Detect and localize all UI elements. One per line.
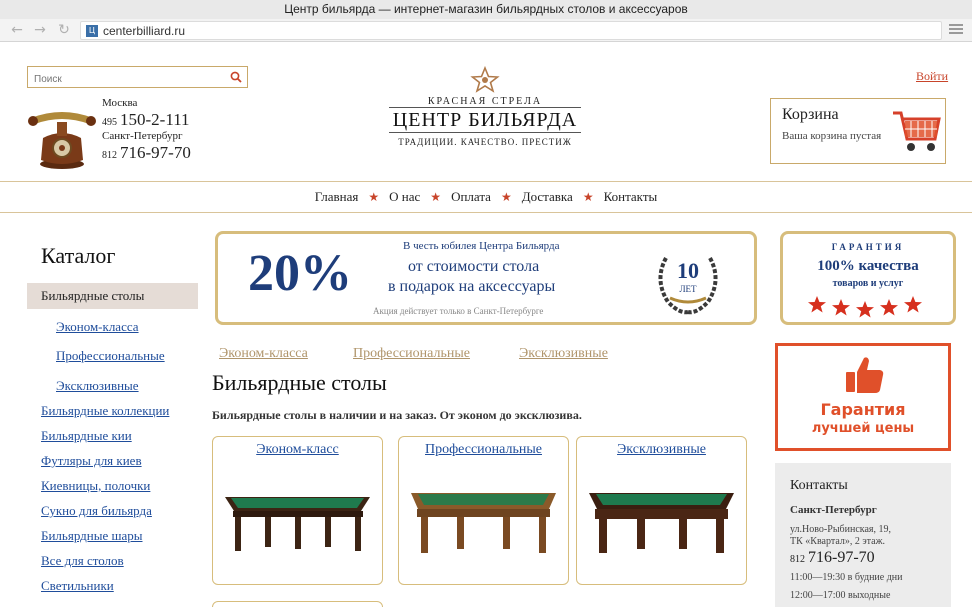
cart-status: Ваша корзина пустая: [782, 130, 882, 142]
cart-widget[interactable]: Корзина Ваша корзина пустая: [770, 98, 946, 164]
anniversary-wreath-icon: 10 ЛЕТ: [658, 257, 718, 315]
sidebar-item-cue-racks[interactable]: Киевницы, полочки: [41, 478, 150, 494]
back-icon[interactable]: ←: [8, 21, 26, 39]
billiard-table-image: [411, 493, 556, 553]
sidebar-item-collections[interactable]: Бильярдные коллекции: [41, 403, 169, 419]
url-text[interactable]: centerbilliard.ru: [103, 22, 185, 40]
tab-professional[interactable]: Профессиональные: [353, 346, 470, 362]
phone-code: 812: [102, 150, 117, 161]
site-logo[interactable]: КРАСНАЯ СТРЕЛА ЦЕНТР БИЛЬЯРДА ТРАДИЦИИ. …: [385, 66, 585, 158]
phone-code: 495: [102, 117, 117, 128]
best-price-line1: Гарантия: [820, 400, 906, 419]
search-icon[interactable]: [230, 71, 242, 83]
cart-title: Корзина: [782, 106, 839, 123]
contacts-hours-weekdays: 11:00—19:30 в будние дни: [790, 572, 903, 583]
tab-exclusive[interactable]: Эксклюзивные: [519, 346, 608, 362]
site-favicon-icon: Ц: [86, 25, 98, 37]
card-title[interactable]: Профессиональные: [399, 442, 568, 458]
anniversary-banner[interactable]: 20% В честь юбилея Центра Бильярда от ст…: [215, 231, 757, 325]
search-box[interactable]: [27, 66, 248, 90]
phone-number: 150-2-111: [120, 110, 190, 129]
page-title: Бильярдные столы: [212, 370, 387, 395]
contacts-phone[interactable]: 812 716-97-70: [790, 549, 875, 567]
guarantee-main: 100% качества: [817, 258, 919, 274]
star-separator-icon: ★: [430, 190, 442, 204]
browser-toolbar: ← → ↻ Ц centerbilliard.ru: [0, 19, 972, 42]
search-input[interactable]: [28, 69, 218, 90]
best-price-line2: лучшей цены: [811, 421, 915, 436]
star-emblem-icon: [470, 66, 500, 93]
tab-economy[interactable]: Эконом-класса: [219, 346, 308, 362]
contacts-city: Санкт-Петербург: [790, 504, 877, 516]
logo-name: ЦЕНТР БИЛЬЯРДА: [388, 107, 582, 133]
page-description: Бильярдные столы в наличии и на заказ. О…: [212, 408, 582, 422]
contacts-hours-weekend: 12:00—17:00 выходные: [790, 590, 891, 601]
guarantee-banner[interactable]: ГАРАНТИЯ 100% качества товаров и услуг: [780, 231, 956, 325]
city-spb: Санкт-Петербург: [102, 130, 183, 142]
billiard-table-image: [225, 497, 370, 551]
phone-number: 716-97-70: [808, 549, 875, 566]
contacts-title: Контакты: [790, 478, 848, 493]
catalog-title: Каталог: [41, 243, 116, 268]
star-separator-icon: ★: [368, 190, 380, 204]
sidebar-item-cloth[interactable]: Сукно для бильярда: [41, 503, 152, 519]
logo-subtitle: КРАСНАЯ СТРЕЛА: [427, 96, 543, 107]
login-link[interactable]: Войти: [916, 69, 948, 84]
banner-line1: от стоимости стола: [408, 258, 540, 275]
banner-top-text: В честь юбилея Центра Бильярда: [403, 240, 560, 252]
sidebar-item-balls[interactable]: Бильярдные шары: [41, 528, 143, 544]
reload-icon[interactable]: ↻: [55, 21, 73, 39]
phone-code: 812: [790, 554, 805, 565]
star-separator-icon: ★: [500, 190, 512, 204]
window-title: Центр бильярда — интернет-магазин бильяр…: [0, 0, 972, 19]
address-bar[interactable]: Ц centerbilliard.ru: [80, 21, 942, 40]
menu-item-delivery[interactable]: Доставка: [522, 182, 573, 212]
product-card-partial[interactable]: [212, 601, 383, 607]
card-title[interactable]: Эксклюзивные: [577, 442, 746, 458]
shopping-cart-icon: [893, 111, 941, 151]
banner-note: Акция действует только в Санкт-Петербург…: [373, 306, 544, 316]
billiard-table-image: [589, 493, 734, 553]
menu-item-contacts[interactable]: Контакты: [604, 182, 658, 212]
banner-line2: в подарок на аксессуары: [388, 278, 556, 295]
sidebar-item-billiard-tables[interactable]: Бильярдные столы: [27, 283, 198, 309]
thumbs-up-icon: [846, 357, 884, 393]
contacts-box: Контакты Санкт-Петербург ул.Ново-Рыбинск…: [775, 463, 951, 607]
sidebar-item-lights[interactable]: Светильники: [41, 578, 114, 594]
badge-word: ЛЕТ: [679, 284, 697, 294]
main-menu: Главная ★ О нас ★ Оплата ★ Доставка ★ Контакты: [0, 181, 972, 213]
contacts-address-line1: ул.Ново-Рыбинская, 19,: [790, 524, 892, 535]
phone-number: 716-97-70: [120, 143, 191, 162]
best-price-banner[interactable]: Гарантия лучшей цены: [775, 343, 951, 451]
sidebar-subitem-exclusive[interactable]: Эксклюзивные: [56, 378, 139, 394]
sidebar-item-table-accessories[interactable]: Все для столов: [41, 553, 124, 569]
guarantee-title: ГАРАНТИЯ: [831, 242, 905, 252]
sidebar-subitem-professional[interactable]: Профессиональные: [56, 348, 165, 364]
browser-menu-icon[interactable]: [948, 22, 964, 38]
city-moscow: Москва: [102, 97, 138, 109]
logo-tagline: ТРАДИЦИИ. КАЧЕСТВО. ПРЕСТИЖ: [398, 137, 572, 147]
menu-item-about[interactable]: О нас: [389, 182, 420, 212]
forward-icon[interactable]: →: [31, 21, 49, 39]
sidebar-item-cue-cases[interactable]: Футляры для киев: [41, 453, 142, 469]
menu-item-home[interactable]: Главная: [315, 182, 359, 212]
vintage-telephone-icon: [28, 112, 96, 169]
guarantee-sub: товаров и услуг: [832, 278, 904, 289]
product-card-professional[interactable]: Профессиональные: [398, 436, 569, 585]
sidebar-subitem-economy[interactable]: Эконом-класса: [56, 319, 139, 335]
stars-icon: [808, 296, 922, 318]
contacts-address-line2: ТК «Квартал», 2 этаж.: [790, 536, 885, 547]
card-title[interactable]: Эконом-класс: [213, 442, 382, 458]
sidebar-item-cues[interactable]: Бильярдные кии: [41, 428, 132, 444]
badge-number: 10: [677, 258, 699, 283]
product-card-exclusive[interactable]: Эксклюзивные: [576, 436, 747, 585]
menu-item-payment[interactable]: Оплата: [451, 182, 491, 212]
phone-spb[interactable]: 812 716-97-70: [102, 143, 191, 163]
product-card-economy[interactable]: Эконом-класс: [212, 436, 383, 585]
phone-moscow[interactable]: 495 150-2-111: [102, 110, 190, 130]
banner-percent: 20%: [248, 245, 352, 302]
star-separator-icon: ★: [582, 190, 594, 204]
